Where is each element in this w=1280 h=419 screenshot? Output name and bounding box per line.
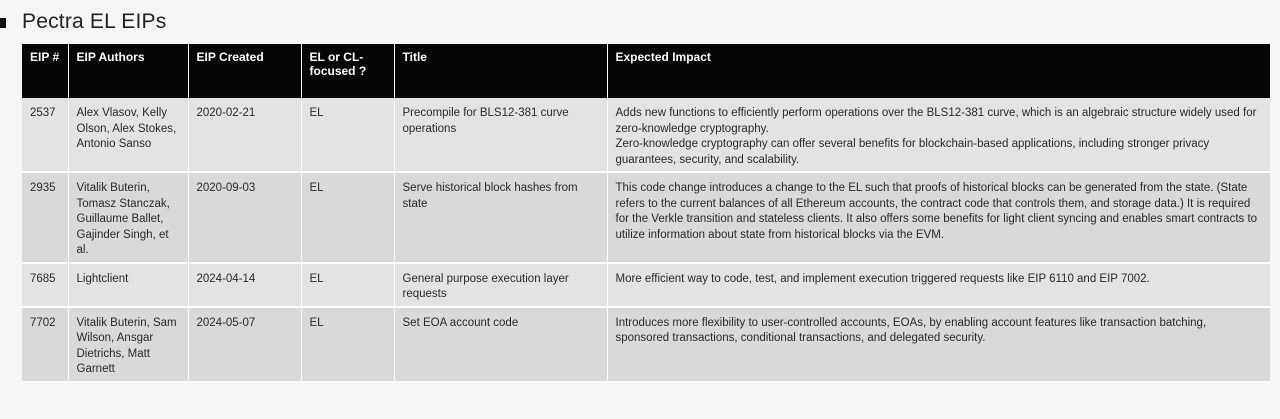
table-header: EIP # EIP Authors EIP Created EL or CL-f… [22,44,1270,98]
header-title: Title [394,44,608,98]
header-row: EIP # EIP Authors EIP Created EL or CL-f… [22,44,1270,98]
cell-eip-num: 7702 [22,306,69,383]
cell-created: 2024-04-14 [188,262,302,308]
eip-table: EIP # EIP Authors EIP Created EL or CL-f… [22,44,1270,383]
cell-authors: Lightclient [68,262,189,308]
cell-created: 2020-02-21 [188,98,302,173]
table-row: 7685 Lightclient 2024-04-14 EL General p… [22,262,1270,308]
cell-authors: Vitalik Buterin, Sam Wilson, Ansgar Diet… [68,306,189,383]
header-authors: EIP Authors [68,44,189,98]
impact-paragraph: This code change introduces a change to … [615,182,1258,241]
cell-authors: Vitalik Buterin, Tomasz Stanczak, Guilla… [68,172,189,264]
table-row: 7702 Vitalik Buterin, Sam Wilson, Ansgar… [22,306,1270,383]
header-created: EIP Created [188,44,302,98]
header-impact: Expected Impact [607,44,1270,98]
bullet-marker [0,18,6,28]
table-row: 2935 Vitalik Buterin, Tomasz Stanczak, G… [22,172,1270,264]
cell-eip-num: 2935 [22,172,69,264]
cell-created: 2024-05-07 [188,306,302,383]
cell-focus: EL [301,98,395,173]
cell-authors: Alex Vlasov, Kelly Olson, Alex Stokes, A… [68,98,189,173]
header-eip-num: EIP # [22,44,69,98]
cell-focus: EL [301,172,395,264]
impact-paragraph: More efficient way to code, test, and im… [615,272,1150,285]
cell-title: Serve historical block hashes from state [394,172,608,264]
cell-impact: This code change introduces a change to … [607,172,1270,264]
cell-created: 2020-09-03 [188,172,302,264]
slide-title: Pectra EL EIPs [22,10,167,33]
cell-title: Precompile for BLS12-381 curve operation… [394,98,608,173]
slide: Pectra EL EIPs EIP # EIP Authors EIP Cre… [0,0,1280,419]
impact-paragraph: Adds new functions to efficiently perfor… [615,107,1257,135]
cell-focus: EL [301,262,395,308]
cell-impact: Adds new functions to efficiently perfor… [607,98,1270,173]
cell-title: Set EOA account code [394,306,608,383]
cell-focus: EL [301,306,395,383]
cell-eip-num: 7685 [22,262,69,308]
impact-paragraph: Zero-knowledge cryptography can offer se… [615,138,1210,166]
cell-impact: Introduces more flexibility to user-cont… [607,306,1270,383]
impact-paragraph: Introduces more flexibility to user-cont… [615,316,1207,345]
table-row: 2537 Alex Vlasov, Kelly Olson, Alex Stok… [22,98,1270,173]
cell-title: General purpose execution layer requests [394,262,608,308]
header-focus: EL or CL-focused ? [301,44,395,98]
cell-eip-num: 2537 [22,98,69,173]
table-body: 2537 Alex Vlasov, Kelly Olson, Alex Stok… [22,98,1270,383]
cell-impact: More efficient way to code, test, and im… [607,262,1270,308]
